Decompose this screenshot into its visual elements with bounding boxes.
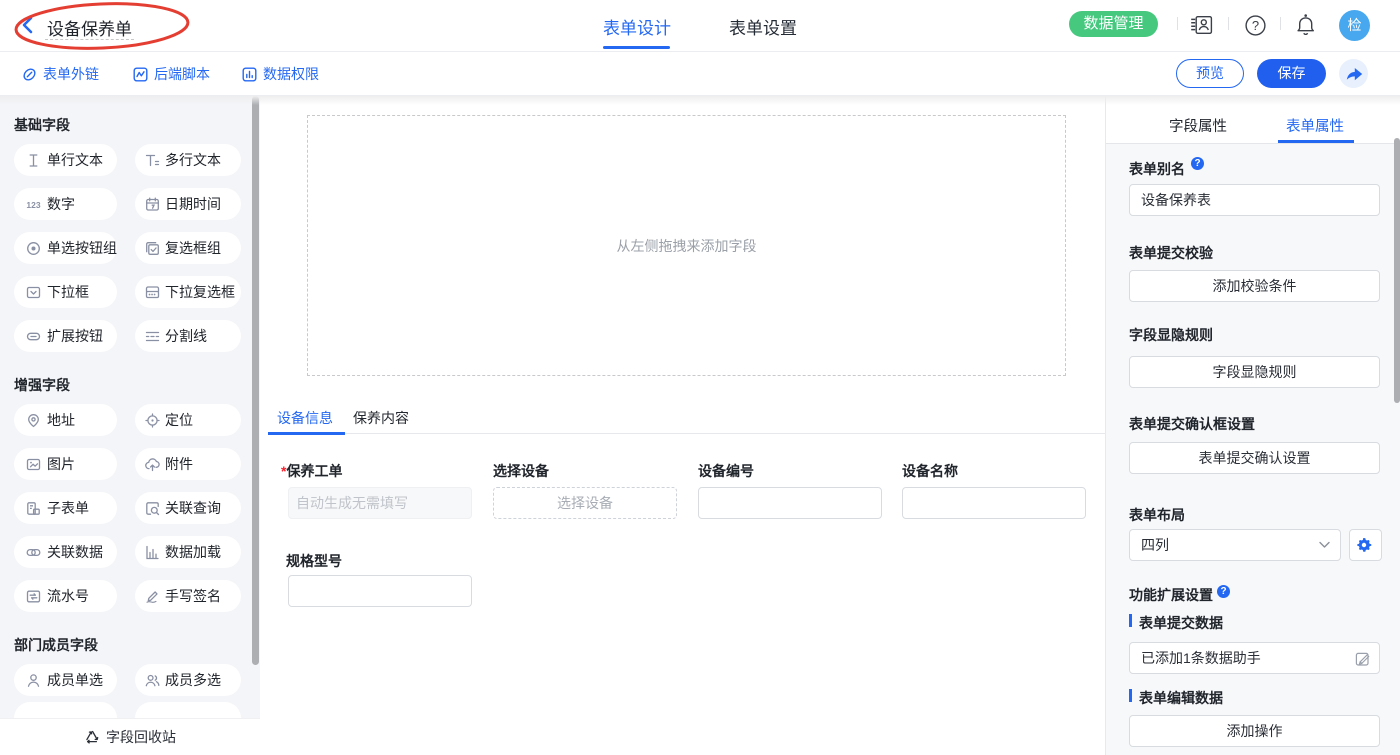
svg-text:?: ? [1252,18,1259,33]
svg-text:123: 123 [26,200,40,210]
